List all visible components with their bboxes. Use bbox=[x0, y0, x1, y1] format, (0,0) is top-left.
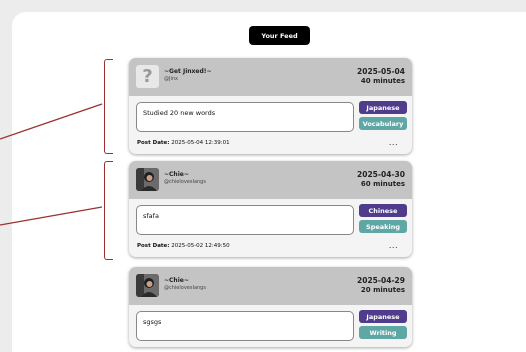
post-date-value: 2025-05-02 12:49:50 bbox=[171, 243, 230, 249]
profile-photo-icon bbox=[136, 168, 159, 191]
entry-duration: 60 minutes bbox=[360, 180, 405, 188]
post-header: ~Chie~ @chielovesIangs 2025-04-29 20 min… bbox=[129, 267, 412, 305]
user-handle[interactable]: @chielovesIangs bbox=[164, 179, 206, 185]
user-handle[interactable]: @chielovesIangs bbox=[164, 285, 206, 291]
entry-date: 2025-04-29 bbox=[357, 276, 405, 285]
entry-text: sfafa bbox=[136, 205, 354, 235]
entry-duration: 20 minutes bbox=[360, 286, 405, 294]
more-options-button[interactable]: ... bbox=[389, 138, 398, 147]
post-date-value: 2025-05-04 12:39:01 bbox=[171, 140, 230, 146]
your-feed-button[interactable]: Your Feed bbox=[249, 26, 310, 45]
entry-duration: 40 minutes bbox=[360, 77, 405, 85]
avatar[interactable] bbox=[136, 168, 159, 191]
category-tag[interactable]: Vocabulary bbox=[359, 117, 407, 130]
avatar[interactable]: ? bbox=[136, 65, 159, 88]
post-header: ~Chie~ @chielovesIangs 2025-04-30 60 min… bbox=[129, 161, 412, 199]
post-body: Studied 20 new words Japanese Vocabulary… bbox=[129, 96, 412, 154]
annotation-bracket bbox=[104, 59, 113, 154]
post-body: sfafa Chinese Speaking Post Date: 2025-0… bbox=[129, 199, 412, 257]
entry-text: Studied 20 new words bbox=[136, 102, 354, 132]
category-tag[interactable]: Speaking bbox=[359, 220, 407, 233]
user-name[interactable]: ~Chie~ bbox=[164, 171, 189, 178]
post-date: Post Date: 2025-05-04 12:39:01 bbox=[137, 140, 230, 146]
post-date-label: Post Date: bbox=[137, 243, 170, 249]
more-options-button[interactable]: ... bbox=[389, 241, 398, 250]
language-tag[interactable]: Japanese bbox=[359, 310, 407, 323]
annotation-bracket bbox=[104, 161, 113, 260]
user-handle[interactable]: @Jinx bbox=[164, 76, 178, 82]
post-header: ? ~Get Jinxed!~ @Jinx 2025-05-04 40 minu… bbox=[129, 58, 412, 96]
entry-date: 2025-05-04 bbox=[357, 67, 405, 76]
profile-photo-icon bbox=[136, 274, 159, 297]
user-name[interactable]: ~Chie~ bbox=[164, 277, 189, 284]
post-date: Post Date: 2025-05-02 12:49:50 bbox=[137, 243, 230, 249]
question-mark-icon: ? bbox=[142, 65, 153, 87]
language-tag[interactable]: Chinese bbox=[359, 204, 407, 217]
post-body: sgsgs Japanese Writing bbox=[129, 305, 412, 347]
user-name[interactable]: ~Get Jinxed!~ bbox=[164, 68, 212, 75]
entry-text: sgsgs bbox=[136, 311, 354, 341]
feed-post: ~Chie~ @chielovesIangs 2025-04-29 20 min… bbox=[129, 267, 412, 347]
feed-post: ? ~Get Jinxed!~ @Jinx 2025-05-04 40 minu… bbox=[129, 58, 412, 154]
language-tag[interactable]: Japanese bbox=[359, 101, 407, 114]
avatar[interactable] bbox=[136, 274, 159, 297]
post-date-label: Post Date: bbox=[137, 140, 170, 146]
entry-date: 2025-04-30 bbox=[357, 170, 405, 179]
feed-post: ~Chie~ @chielovesIangs 2025-04-30 60 min… bbox=[129, 161, 412, 257]
